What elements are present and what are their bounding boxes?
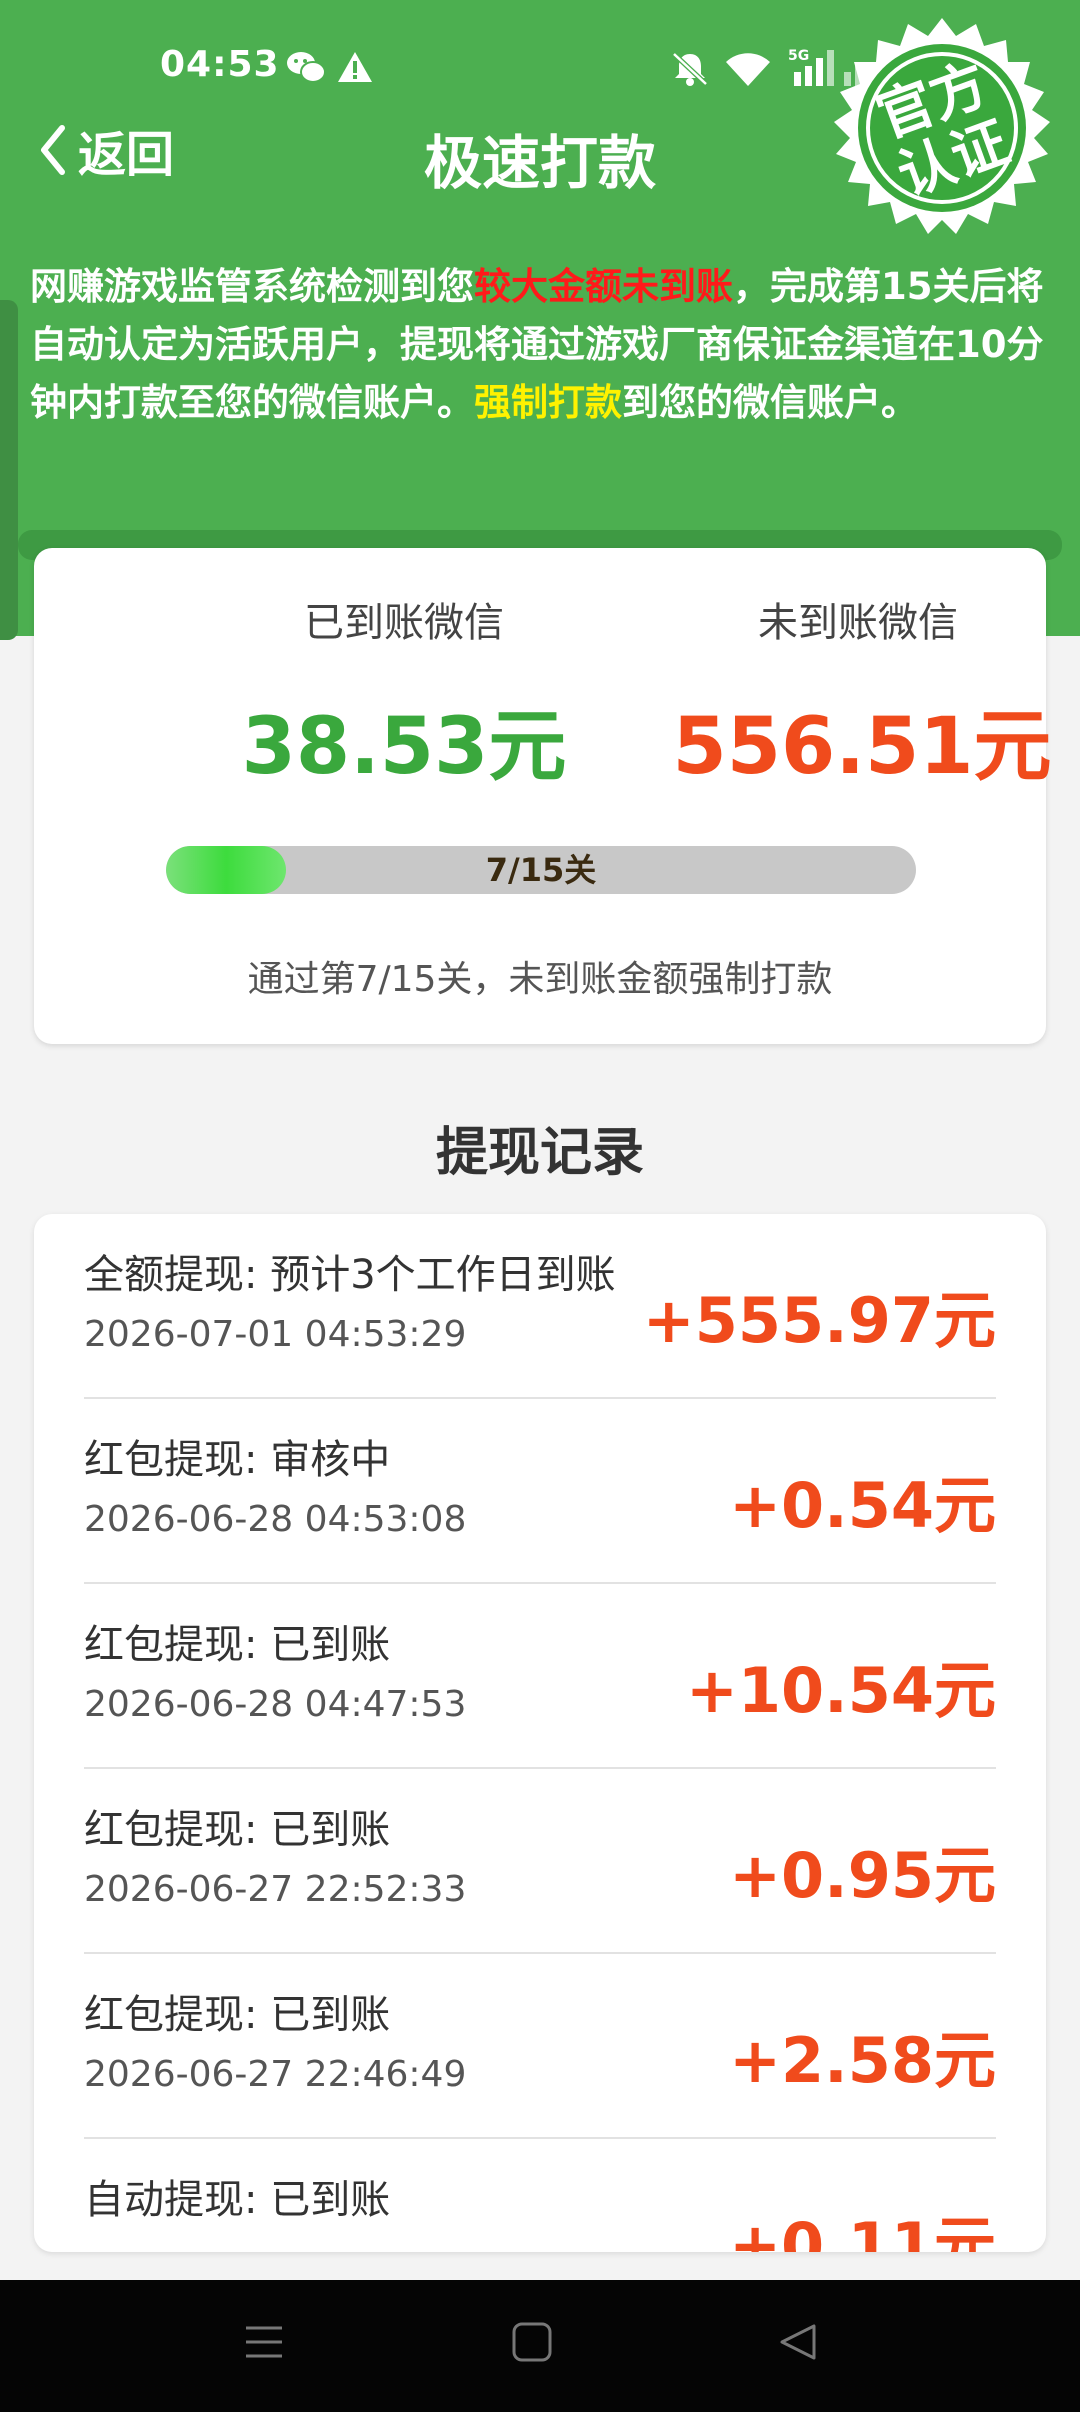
system-navigation-bar	[0, 2280, 1080, 2412]
notice-highlight-yellow: 强制打款	[474, 381, 622, 424]
record-amount: +2.58元	[729, 2024, 996, 2097]
record-title: 红包提现: 已到账	[84, 1622, 391, 1668]
record-title: 红包提现: 审核中	[84, 1437, 391, 1483]
record-amount: +0.54元	[729, 1469, 996, 1542]
list-item: 红包提现: 审核中 2026-06-28 04:53:08 +0.54元	[34, 1399, 1046, 1584]
wifi-icon	[724, 50, 772, 92]
summary-card: 已到账微信 38.53元 未到账微信 556.51元 7/15关 通过第7/15…	[34, 548, 1052, 1044]
received-amount: 38.53元	[241, 702, 567, 792]
svg-text:5G: 5G	[788, 48, 809, 64]
notice-part3: 到您的微信账户。	[622, 381, 918, 424]
pending-amount: 556.51元	[672, 702, 1052, 792]
level-progress-text: 7/15关	[485, 851, 597, 889]
record-amount: +555.97元	[642, 1284, 996, 1357]
notice-highlight-red: 较大金额未到账	[474, 265, 733, 308]
records-title: 提现记录	[435, 1123, 644, 1183]
home-square-icon[interactable]	[510, 2320, 554, 2368]
progress-caption: 通过第7/15关，未到账金额强制打款	[247, 959, 833, 1000]
pending-label: 未到账微信	[758, 600, 958, 646]
status-time: 04:53	[160, 44, 280, 85]
record-title: 红包提现: 已到账	[84, 1992, 391, 2038]
wechat-icon	[286, 50, 326, 88]
received-label: 已到账微信	[304, 600, 504, 646]
record-title: 红包提现: 已到账	[84, 1807, 391, 1853]
record-amount: +10.54元	[685, 1654, 996, 1727]
menu-icon[interactable]	[242, 2320, 286, 2368]
official-certification-seal: 官方 认证	[822, 14, 1062, 254]
withdrawal-records-list[interactable]: 全额提现: 预计3个工作日到账 2026-07-01 04:53:29 +555…	[34, 1214, 1046, 2252]
record-title: 全额提现: 预计3个工作日到账	[84, 1252, 616, 1298]
level-progress-bar: 7/15关	[166, 846, 916, 894]
record-time: 2026-06-28 04:53:08	[84, 1499, 467, 1540]
record-title: 自动提现: 已到账	[84, 2177, 391, 2223]
edge-handle[interactable]	[0, 300, 18, 640]
record-time: 2026-06-28 04:47:53	[84, 1684, 467, 1725]
record-amount: +0.11元	[729, 2209, 996, 2252]
list-item: 自动提现: 已到账 +0.11元	[34, 2139, 1046, 2252]
record-time: 2026-06-27 22:52:33	[84, 1869, 467, 1910]
list-item: 红包提现: 已到账 2026-06-27 22:52:33 +0.95元	[34, 1769, 1046, 1954]
mute-icon	[670, 50, 710, 92]
list-item: 红包提现: 已到账 2026-06-28 04:47:53 +10.54元	[34, 1584, 1046, 1769]
notice-part1: 网赚游戏监管系统检测到您	[30, 265, 474, 308]
back-triangle-icon[interactable]	[776, 2320, 820, 2368]
record-amount: +0.95元	[729, 1839, 996, 1912]
record-time: 2026-06-27 22:46:49	[84, 2054, 467, 2095]
list-item: 全额提现: 预计3个工作日到账 2026-07-01 04:53:29 +555…	[34, 1214, 1046, 1399]
warning-icon	[336, 50, 374, 88]
list-item: 红包提现: 已到账 2026-06-27 22:46:49 +2.58元	[34, 1954, 1046, 2139]
record-time: 2026-07-01 04:53:29	[84, 1314, 467, 1355]
notice-text: 网赚游戏监管系统检测到您较大金额未到账，完成第15关后将自动认定为活跃用户，提现…	[30, 258, 1050, 432]
